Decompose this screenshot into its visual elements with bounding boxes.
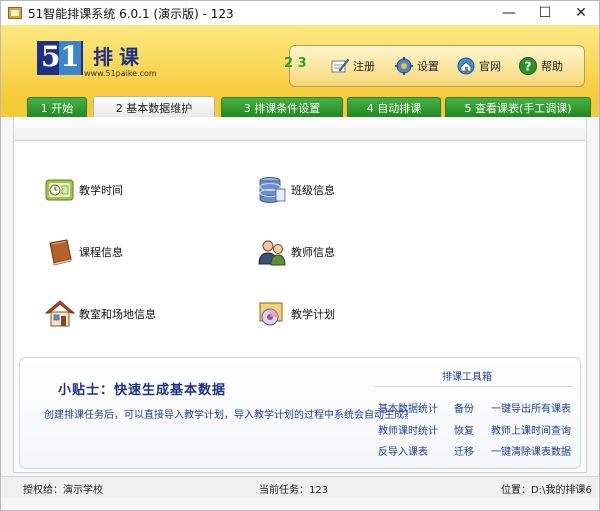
header-toolbar: 2 3 注册 设置 官网 ? 帮助 — [284, 45, 585, 87]
settings-label: 设置 — [417, 60, 439, 73]
status-license: 授权给：演示学校 — [23, 485, 103, 496]
website-label: 官网 — [479, 60, 501, 73]
tip-title: 小贴士：快速生成基本数据 — [58, 383, 227, 398]
app-icon — [8, 7, 22, 19]
class-info-label: 班级信息 — [291, 184, 335, 197]
website-button[interactable]: 官网 — [456, 54, 501, 78]
help-button[interactable]: ? 帮助 — [518, 54, 563, 78]
app-window: 51智能排课系统 6.0.1 (演示版) - 123 — ☐ ✕ 5 1 排课 … — [0, 0, 600, 511]
toolbox-divider — [374, 386, 572, 387]
logo-badge: 5 1 — [37, 40, 83, 75]
reverse-import-link[interactable]: 反导入课表 — [378, 443, 428, 458]
class-info-button[interactable]: 班级信息 — [257, 175, 335, 205]
class-info-icon — [257, 175, 287, 205]
logo-digit-1: 1 — [59, 40, 81, 75]
help-label: 帮助 — [541, 60, 563, 73]
teaching-plan-button[interactable]: 教学计划 — [257, 299, 335, 329]
classroom-house-icon — [44, 299, 76, 329]
tab-conditions[interactable]: 3 排课条件设置 — [221, 97, 343, 117]
teaching-plan-label: 教学计划 — [291, 308, 335, 321]
teaching-time-label: 教学时间 — [79, 184, 123, 197]
teacher-info-button[interactable]: 教师信息 — [257, 237, 335, 267]
tab-basic-data[interactable]: 2 基本数据维护 — [93, 96, 215, 118]
tips-panel: 小贴士：快速生成基本数据 创建排课任务后，可以直接导入教学计划，导入教学计划的过… — [19, 357, 581, 469]
teacher-time-query-link[interactable]: 教师上课时间查询 — [491, 422, 571, 437]
maximize-button[interactable]: ☐ — [527, 1, 563, 25]
teaching-time-button[interactable]: 教学时间 — [45, 175, 123, 205]
course-info-label: 课程信息 — [79, 246, 123, 259]
header-band: 5 1 排课 www.51paike.com 2 3 注册 设置 官网 ? 帮助 — [1, 25, 599, 101]
content-header-strip — [13, 117, 587, 141]
teaching-plan-icon — [257, 299, 287, 329]
course-book-icon — [45, 237, 75, 267]
window-controls: — ☐ ✕ — [491, 1, 599, 25]
logo-name: 排课 — [93, 45, 145, 69]
teacher-info-label: 教师信息 — [291, 246, 335, 259]
website-icon — [456, 56, 476, 76]
register-icon — [330, 56, 350, 76]
logo-url: www.51paike.com — [84, 69, 157, 78]
clear-schedule-data-link[interactable]: 一键清除课表数据 — [491, 443, 571, 458]
course-info-button[interactable]: 课程信息 — [45, 237, 123, 267]
basic-data-stats-link[interactable]: 基本数据统计 — [378, 400, 438, 415]
toolbox-title: 排课工具箱 — [442, 372, 492, 383]
svg-text:?: ? — [525, 60, 532, 74]
window-title: 51智能排课系统 6.0.1 (演示版) - 123 — [28, 6, 234, 21]
status-bar: 授权给：演示学校 当前任务：123 位置：D:\我的排课6 — [1, 476, 599, 498]
status-current-task: 当前任务：123 — [259, 485, 329, 496]
register-button[interactable]: 注册 — [330, 54, 375, 78]
teacher-hours-stats-link[interactable]: 教师课时统计 — [378, 422, 438, 437]
classroom-info-label: 教室和场地信息 — [79, 308, 156, 321]
minimize-button[interactable]: — — [491, 1, 527, 25]
help-icon: ? — [518, 56, 538, 76]
settings-button[interactable]: 设置 — [394, 54, 439, 78]
status-location: 位置：D:\我的排课6 — [501, 485, 592, 496]
gear-icon — [394, 56, 414, 76]
migrate-link[interactable]: 迁移 — [454, 443, 474, 458]
classroom-info-button[interactable]: 教室和场地信息 — [44, 299, 156, 329]
tab-view-schedule[interactable]: 5 查看课表(手工调课) — [445, 97, 591, 117]
register-label: 注册 — [353, 60, 375, 73]
tip-text: 创建排课任务后，可以直接导入教学计划，导入教学计划的过程中系统会自动生成基本数据 — [44, 410, 408, 420]
tab-auto-schedule[interactable]: 4 自动排课 — [347, 97, 441, 117]
backup-link[interactable]: 备份 — [454, 400, 474, 415]
teaching-time-icon — [45, 175, 75, 205]
close-button[interactable]: ✕ — [563, 1, 599, 25]
teachers-icon — [257, 237, 287, 267]
logo-digit-5: 5 — [41, 40, 61, 73]
toolbar-number: 2 3 — [284, 56, 307, 71]
tab-start[interactable]: 1 开始 — [27, 97, 87, 117]
restore-link[interactable]: 恢复 — [454, 422, 474, 437]
title-bar: 51智能排课系统 6.0.1 (演示版) - 123 — ☐ ✕ — [1, 1, 599, 25]
export-all-schedules-link[interactable]: 一键导出所有课表 — [491, 400, 571, 415]
